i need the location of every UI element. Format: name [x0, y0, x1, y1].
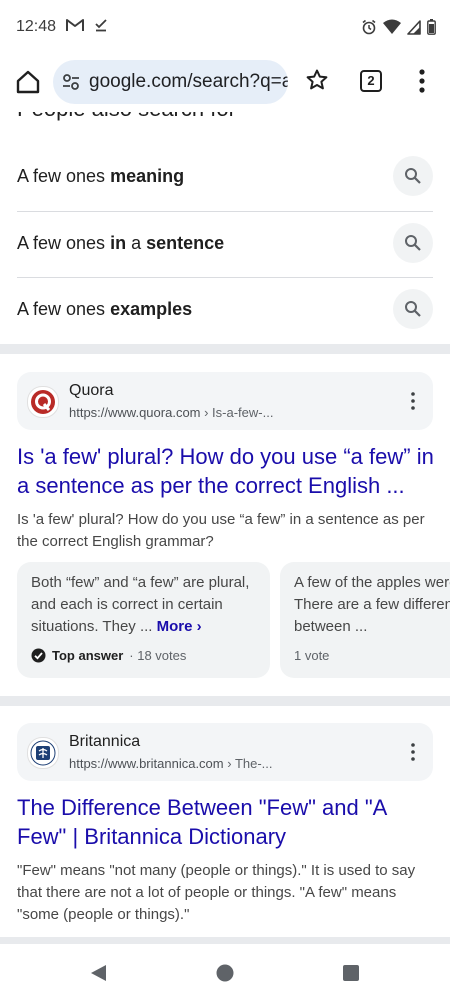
home-nav-icon[interactable]	[216, 964, 234, 982]
search-icon	[405, 235, 421, 251]
alarm-icon	[362, 19, 376, 35]
result-title-link[interactable]: The Difference Between "Few" and "A Few"…	[17, 793, 437, 851]
result-source-britannica[interactable]: Britannica https://www.britannica.com › …	[17, 723, 433, 781]
result-title-link[interactable]: Is 'a few' plural? How do you use “a few…	[17, 442, 437, 500]
status-notification-icons	[66, 18, 108, 32]
related-search-text: A few ones examples	[17, 299, 193, 319]
result-source-quora[interactable]: Quora https://www.quora.com › Is-a-few-.…	[17, 372, 433, 430]
section-separator	[0, 937, 450, 944]
vote-count: · 18 votes	[129, 648, 187, 663]
quora-logo-icon	[27, 386, 59, 418]
related-search-text: A few ones meaning	[17, 166, 185, 186]
search-results-content: People also search for A few ones meanin…	[0, 112, 450, 944]
source-url: https://www.britannica.com › The-...	[69, 756, 273, 771]
related-search-text: A few ones in a sentence	[17, 233, 225, 253]
section-separator	[0, 344, 450, 354]
answer-text: A few of the apples were (Plural) There …	[294, 574, 450, 635]
site-settings-icon[interactable]	[61, 72, 81, 92]
status-time: 12:48	[16, 18, 57, 35]
answer-text: Both “few” and “a few” are plural, and e…	[31, 574, 250, 635]
source-url: https://www.quora.com › Is-a-few-...	[69, 405, 274, 420]
recents-icon[interactable]	[343, 965, 359, 981]
related-search-item[interactable]: A few ones in a sentence	[17, 211, 433, 277]
gmail-icon	[66, 19, 84, 31]
search-button[interactable]	[393, 223, 433, 263]
answer-more-link[interactable]: More ›	[157, 618, 202, 635]
search-button[interactable]	[393, 289, 433, 329]
status-bar: 12:48	[0, 0, 450, 56]
search-icon	[405, 168, 421, 184]
more-options-icon[interactable]	[418, 69, 426, 93]
britannica-logo-icon	[27, 737, 59, 769]
answer-meta: Top answer · 18 votes	[31, 648, 186, 663]
tab-switcher-button[interactable]: 2	[360, 70, 382, 92]
wifi-icon	[383, 19, 401, 34]
result-options-icon[interactable]	[411, 743, 415, 761]
back-icon[interactable]	[89, 964, 107, 982]
address-bar[interactable]: google.com/search?q=a	[53, 60, 288, 104]
related-search-item[interactable]: A few ones examples	[17, 277, 433, 343]
home-icon[interactable]	[14, 68, 42, 96]
browser-toolbar: google.com/search?q=a 2	[0, 56, 450, 112]
task-done-icon	[95, 19, 107, 32]
source-name: Britannica	[69, 733, 141, 750]
battery-icon	[427, 19, 436, 35]
status-system-icons	[361, 19, 436, 35]
cell-signal-icon	[407, 20, 421, 35]
section-separator	[0, 696, 450, 706]
related-searches-heading: People also search for	[17, 112, 236, 122]
related-search-item[interactable]: A few ones meaning	[17, 144, 433, 210]
bookmark-star-icon[interactable]	[305, 68, 329, 92]
result-snippet: "Few" means "not many (people or things)…	[17, 862, 416, 923]
answer-meta: 1 vote	[294, 648, 329, 663]
result-options-icon[interactable]	[411, 392, 415, 410]
related-more-icon[interactable]	[424, 112, 428, 114]
search-icon	[405, 301, 421, 317]
result-snippet: Is 'a few' plural? How do you use “a few…	[17, 511, 425, 550]
answer-card[interactable]: Both “few” and “a few” are plural, and e…	[17, 562, 270, 678]
vote-count: 1 vote	[294, 648, 330, 663]
answer-card[interactable]: A few of the apples were (Plural) There …	[280, 562, 450, 678]
source-name: Quora	[69, 382, 114, 399]
system-navigation-bar	[0, 944, 450, 1000]
top-answer-badge: Top answer	[52, 648, 124, 663]
url-text[interactable]: google.com/search?q=a	[89, 71, 288, 93]
verified-check-icon	[31, 648, 46, 663]
search-button[interactable]	[393, 156, 433, 196]
